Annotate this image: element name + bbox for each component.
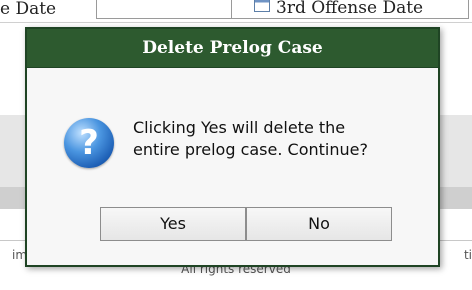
question-icon: ?: [64, 118, 114, 168]
third-offense-date-label: 3rd Offense Date: [276, 0, 424, 18]
yes-button[interactable]: Yes: [100, 207, 246, 241]
delete-prelog-case-dialog: Delete Prelog Case ? Clicking Yes will d…: [25, 27, 440, 267]
page: e Date 3rd Offense Date im ti All rights…: [0, 0, 472, 290]
dialog-message: Clicking Yes will delete the entire prel…: [133, 117, 423, 161]
footer-right-fragment: ti: [463, 248, 472, 262]
background-date-column-cell: [96, 0, 232, 19]
dialog-message-line-2: entire prelog case. Continue?: [133, 140, 368, 159]
calendar-icon: [254, 0, 270, 12]
background-third-offense-date-column: 3rd Offense Date: [231, 0, 469, 19]
no-button[interactable]: No: [246, 207, 392, 241]
dialog-title: Delete Prelog Case: [27, 29, 438, 68]
dialog-body: ? Clicking Yes will delete the entire pr…: [27, 68, 438, 268]
background-date-column-label: e Date: [0, 0, 57, 18]
dialog-message-line-1: Clicking Yes will delete the: [133, 118, 346, 137]
